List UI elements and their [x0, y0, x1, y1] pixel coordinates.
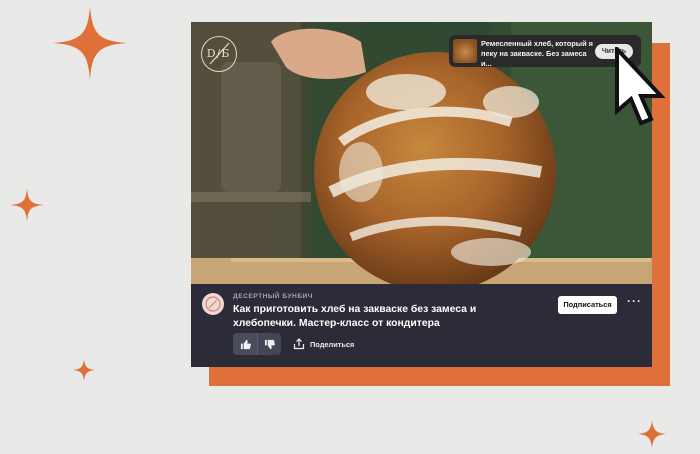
sparkle-icon [10, 188, 44, 222]
share-button[interactable]: Поделиться [293, 334, 354, 354]
channel-logo: D/Б [201, 36, 237, 72]
like-button[interactable] [233, 333, 257, 355]
video-title: Как приготовить хлеб на закваске без зам… [233, 304, 477, 329]
more-icon[interactable]: ··· [627, 294, 642, 308]
channel-name[interactable]: ДЕСЕРТНЫЙ БУНБИЧ [233, 293, 313, 300]
subscribe-button[interactable]: Подписаться [558, 296, 617, 314]
dislike-button[interactable] [257, 333, 281, 355]
rating-buttons [233, 333, 281, 355]
thumbs-down-icon [264, 339, 275, 349]
thumbs-up-icon [240, 339, 251, 349]
notification-thumbnail [453, 39, 477, 63]
sparkle-icon [73, 359, 95, 381]
video-card: D/Б Ремесленный хлеб, который я пеку на … [191, 22, 652, 367]
cursor-icon [615, 47, 666, 126]
share-label: Поделиться [310, 339, 355, 349]
sparkle-icon [638, 420, 666, 448]
video-player[interactable]: D/Б Ремесленный хлеб, который я пеку на … [191, 22, 652, 284]
avatar-icon [205, 296, 221, 312]
sparkle-icon [53, 6, 127, 80]
channel-avatar[interactable] [202, 293, 224, 315]
notification-text: Ремесленный хлеб, который я пеку на закв… [481, 39, 593, 68]
video-info-panel: ДЕСЕРТНЫЙ БУНБИЧ Как приготовить хлеб на… [191, 284, 652, 367]
channel-logo-text: D/Б [206, 47, 231, 60]
share-icon [293, 338, 305, 350]
